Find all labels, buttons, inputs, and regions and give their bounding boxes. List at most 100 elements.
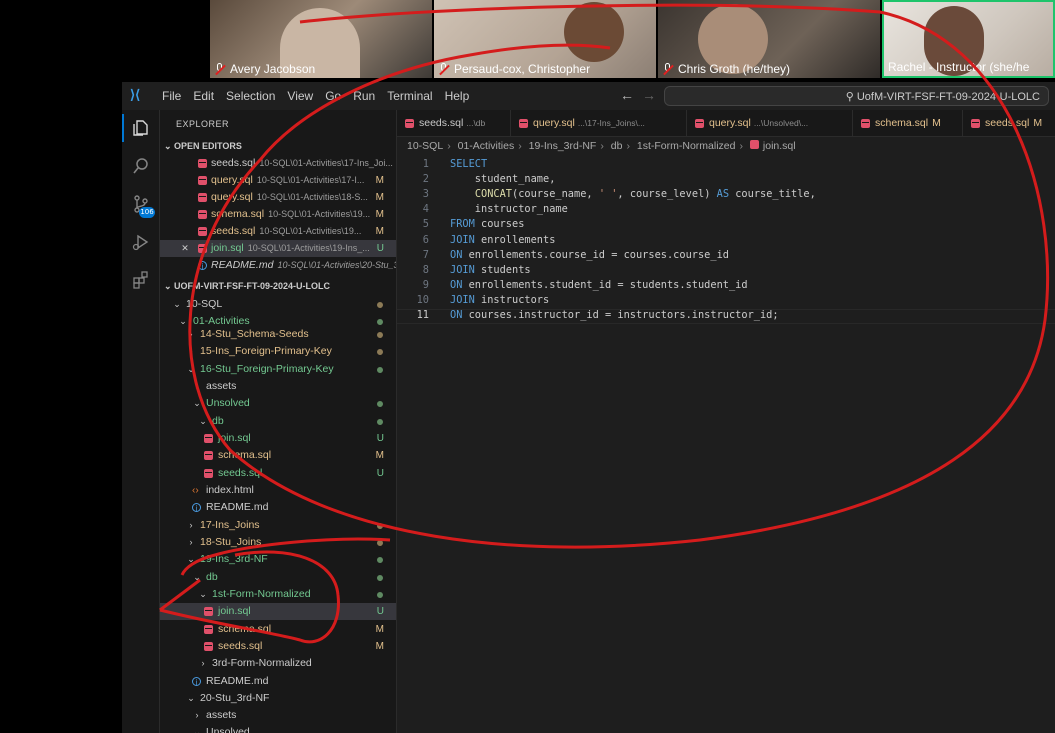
activity-bar: 106 bbox=[122, 110, 160, 733]
tab-query-sql[interactable]: query.sql ...\Unsolved\... bbox=[687, 110, 853, 136]
code-token: ' ' bbox=[598, 188, 618, 201]
tree-folder[interactable]: ⌄ Unsolved bbox=[160, 395, 396, 412]
extensions-icon[interactable] bbox=[131, 270, 151, 290]
code-line[interactable]: CONCAT(course_name, ' ', course_level) A… bbox=[450, 188, 816, 200]
tree-file[interactable]: join.sql U bbox=[160, 430, 396, 447]
tree-file[interactable]: i README.md bbox=[160, 499, 396, 516]
tree-folder[interactable]: › 17-Ins_Joins bbox=[160, 517, 396, 534]
workspace-header[interactable]: ⌄ UOFM-VIRT-FSF-FT-09-2024-U-LOLC bbox=[164, 281, 330, 292]
info-icon: i bbox=[198, 261, 207, 271]
tree-folder[interactable]: ⌄ 10-SQL bbox=[160, 296, 396, 313]
command-center-search[interactable]: ⚲ UofM-VIRT-FSF-FT-09-2024-U-LOLC bbox=[664, 86, 1049, 106]
line-number: 3 bbox=[422, 188, 429, 201]
explorer-title: EXPLORER bbox=[176, 119, 230, 129]
participant-tile[interactable]: Avery Jacobson bbox=[210, 0, 432, 78]
participant-name: Avery Jacobson bbox=[230, 62, 316, 76]
tab-query-sql[interactable]: query.sql ...\17-Ins_Joins\... bbox=[511, 110, 687, 136]
tree-file-selected[interactable]: join.sql U bbox=[160, 603, 396, 620]
menu-help[interactable]: Help bbox=[439, 88, 476, 104]
tree-folder[interactable]: ⌄ 20-Stu_3rd-NF bbox=[160, 690, 396, 707]
menu-terminal[interactable]: Terminal bbox=[381, 88, 438, 104]
muted-mic-icon bbox=[662, 63, 674, 75]
code-line[interactable]: FROM courses bbox=[450, 218, 524, 230]
tree-folder[interactable]: ⌄ 19-Ins_3rd-NF bbox=[160, 551, 396, 568]
code-token: , course_level) bbox=[617, 188, 717, 201]
close-icon[interactable]: ✕ bbox=[180, 240, 190, 257]
code-line[interactable]: SELECT bbox=[450, 158, 487, 170]
code-line[interactable]: JOIN enrollements bbox=[450, 234, 555, 246]
back-arrow-icon[interactable]: ← bbox=[620, 87, 634, 103]
code-line[interactable]: JOIN students bbox=[450, 264, 531, 276]
open-editor-item[interactable]: i README.md 10-SQL\01-Activities\20-Stu_3.… bbox=[160, 257, 396, 274]
tree-folder[interactable]: › 3rd-Form-Normalized bbox=[160, 655, 396, 672]
status-dot bbox=[377, 367, 383, 373]
open-editor-item-active[interactable]: ✕ join.sql 10-SQL\01-Activities\19-Ins_...… bbox=[160, 240, 396, 257]
line-number: 10 bbox=[416, 293, 429, 306]
menu-go[interactable]: Go bbox=[319, 88, 347, 104]
tree-folder[interactable]: › assets bbox=[160, 378, 396, 395]
tree-folder[interactable]: › 15-Ins_Foreign-Primary-Key bbox=[160, 343, 396, 360]
breadcrumb: 10-SQL › 01-Activities › 19-Ins_3rd-NF › db… bbox=[407, 140, 796, 156]
tree-folder[interactable]: ⌄ 1st-Form-Normalized bbox=[160, 586, 396, 603]
open-editor-item[interactable]: schema.sql 10-SQL\01-Activities\19... M bbox=[160, 206, 396, 223]
tree-file[interactable]: seeds.sql U bbox=[160, 465, 396, 482]
chevron-right-icon: › bbox=[189, 520, 193, 530]
tree-folder[interactable]: ⌄ db bbox=[160, 569, 396, 586]
search-icon[interactable] bbox=[131, 156, 151, 176]
database-file-icon bbox=[971, 119, 980, 128]
scm-changes-badge: 106 bbox=[139, 207, 155, 218]
breadcrumb-item[interactable]: 01-Activities bbox=[458, 140, 515, 152]
breadcrumb-item[interactable]: 10-SQL bbox=[407, 140, 443, 152]
tree-file[interactable]: schema.sql M bbox=[160, 621, 396, 638]
tree-folder[interactable]: ⌄ db bbox=[160, 413, 396, 430]
line-number: 8 bbox=[422, 263, 429, 276]
menu-run[interactable]: Run bbox=[347, 88, 381, 104]
breadcrumb-item[interactable]: 1st-Form-Normalized bbox=[637, 140, 736, 152]
code-token: JOIN bbox=[450, 233, 475, 246]
tree-folder[interactable]: › 14-Stu_Schema-Seeds bbox=[160, 326, 396, 343]
chevron-down-icon: ⌄ bbox=[187, 364, 195, 374]
menu-edit[interactable]: Edit bbox=[187, 88, 220, 104]
open-editor-item[interactable]: query.sql 10-SQL\01-Activities\17-I... M bbox=[160, 172, 396, 189]
code-line[interactable]: ON courses.instructor_id = instructors.i… bbox=[450, 309, 779, 321]
participant-name: Persaud-cox, Christopher bbox=[454, 62, 591, 76]
code-line[interactable]: ON enrollements.course_id = courses.cour… bbox=[450, 249, 729, 261]
database-file-icon bbox=[198, 227, 207, 236]
tree-file[interactable]: seeds.sql M bbox=[160, 638, 396, 655]
forward-arrow-icon[interactable]: → bbox=[642, 87, 656, 103]
status-dot bbox=[377, 332, 383, 338]
code-line[interactable]: JOIN instructors bbox=[450, 294, 549, 306]
menu-view[interactable]: View bbox=[281, 88, 319, 104]
code-line[interactable]: ON enrollements.student_id = students.st… bbox=[450, 279, 748, 291]
tree-file[interactable]: i README.md bbox=[160, 673, 396, 690]
open-editor-item[interactable]: seeds.sql 10-SQL\01-Activities\19... M bbox=[160, 223, 396, 240]
participant-tile-active-speaker[interactable]: Rachel - Instructor (she/he bbox=[882, 0, 1055, 78]
tab-seeds-sql[interactable]: seeds.sql M bbox=[963, 110, 1055, 136]
open-editors-header[interactable]: ⌄ OPEN EDITORS bbox=[164, 141, 242, 152]
tree-folder[interactable]: › 18-Stu_Joins bbox=[160, 534, 396, 551]
participant-tile[interactable]: Chris Groth (he/they) bbox=[658, 0, 880, 78]
menu-selection[interactable]: Selection bbox=[220, 88, 281, 104]
tree-folder[interactable]: › assets bbox=[160, 707, 396, 724]
tab-seeds-sql[interactable]: seeds.sql ...\db bbox=[397, 110, 511, 136]
breadcrumb-item[interactable]: db bbox=[611, 140, 623, 152]
run-debug-icon[interactable] bbox=[131, 232, 151, 252]
tab-schema-sql[interactable]: schema.sql M bbox=[853, 110, 963, 136]
explorer-files-icon[interactable] bbox=[131, 118, 151, 138]
breadcrumb-item[interactable]: join.sql bbox=[763, 140, 796, 152]
breadcrumb-item[interactable]: 19-Ins_3rd-NF bbox=[529, 140, 597, 152]
tree-folder[interactable]: ⌄ 16-Stu_Foreign-Primary-Key bbox=[160, 361, 396, 378]
tree-folder[interactable]: ⌄ Unsolved bbox=[160, 724, 396, 733]
menu-file[interactable]: File bbox=[156, 88, 187, 104]
tree-file[interactable]: schema.sql M bbox=[160, 447, 396, 464]
muted-mic-icon bbox=[214, 63, 226, 75]
open-editor-item[interactable]: seeds.sql 10-SQL\01-Activities\17-Ins_Joi… bbox=[160, 155, 396, 172]
database-file-icon bbox=[198, 193, 207, 202]
open-editor-item[interactable]: query.sql 10-SQL\01-Activities\18-S... M bbox=[160, 189, 396, 206]
code-line[interactable]: student_name, bbox=[450, 173, 556, 185]
code-line[interactable]: instructor_name bbox=[450, 203, 568, 215]
tree-file[interactable]: ‹› index.html bbox=[160, 482, 396, 499]
participant-tile[interactable]: Persaud-cox, Christopher bbox=[434, 0, 656, 78]
code-editor[interactable]: 1 SELECT 2 student_name, 3 CONCAT(course_na… bbox=[397, 156, 1055, 733]
database-file-icon bbox=[204, 625, 213, 634]
